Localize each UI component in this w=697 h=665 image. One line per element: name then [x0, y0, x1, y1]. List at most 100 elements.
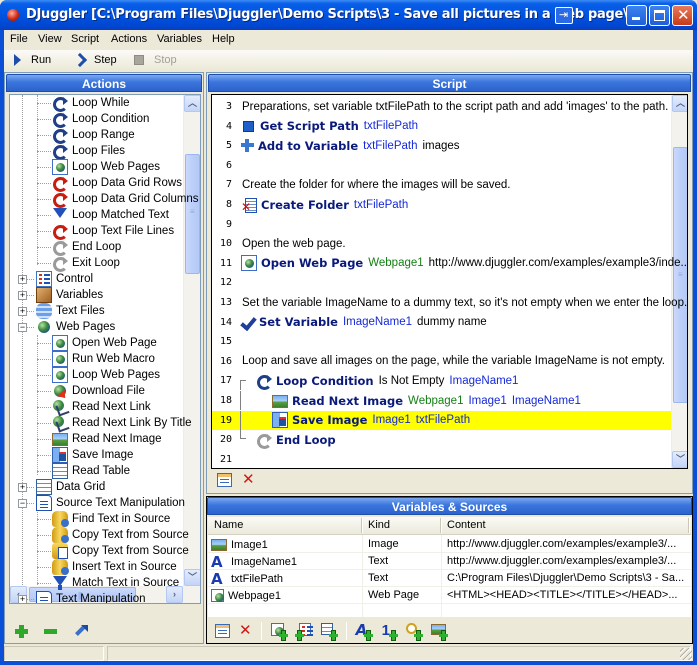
- tree-item[interactable]: Variables: [36, 287, 103, 303]
- maximize-button[interactable]: [649, 5, 670, 26]
- tree-item[interactable]: Copy Text from Source: [52, 527, 189, 543]
- add-webpage-icon[interactable]: [270, 623, 288, 640]
- script-line[interactable]: 10 Open the web page.: [212, 234, 671, 253]
- column-resizer[interactable]: [361, 518, 363, 533]
- scroll-thumb[interactable]: ≡: [185, 154, 200, 274]
- window-extra-button[interactable]: ⇥: [555, 7, 573, 24]
- expand-icon[interactable]: +: [18, 595, 27, 603]
- actions-vscrollbar[interactable]: ︿ ≡ ﹀: [183, 95, 200, 586]
- tree-item[interactable]: Open Web Page: [52, 335, 157, 351]
- tree-item[interactable]: Read Next Image: [52, 431, 162, 447]
- script-line[interactable]: 12: [212, 273, 671, 292]
- variable-reference[interactable]: ImageName1: [449, 375, 518, 387]
- column-kind[interactable]: Kind: [368, 519, 390, 531]
- tree-item[interactable]: Match Text in Source: [52, 575, 179, 591]
- expand-icon[interactable]: +: [18, 483, 27, 492]
- column-resizer[interactable]: [440, 518, 442, 533]
- actions-tree[interactable]: ︿ ≡ ﹀ ‹ ||| › Loop While Loop Condition Lo…: [9, 94, 201, 604]
- properties-icon[interactable]: [215, 624, 230, 638]
- tree-item[interactable]: Save Image: [52, 447, 133, 463]
- script-line[interactable]: 6: [212, 156, 671, 175]
- run-button[interactable]: Run: [14, 52, 51, 68]
- script-line[interactable]: 4 Get Script Path txtFilePath: [212, 117, 671, 136]
- variable-reference[interactable]: txtFilePath: [363, 140, 417, 152]
- tree-item[interactable]: Source Text Manipulation: [36, 495, 185, 511]
- menu-help[interactable]: Help: [212, 33, 235, 45]
- add-icon[interactable]: [15, 624, 28, 638]
- variable-reference[interactable]: Image1: [372, 414, 410, 426]
- tree-item[interactable]: Download File: [52, 383, 145, 399]
- tree-item[interactable]: Copy Text from Source: [52, 543, 189, 559]
- collapse-icon[interactable]: −: [18, 499, 27, 508]
- variable-reference[interactable]: Image1: [468, 395, 506, 407]
- script-line[interactable]: 13 Set the variable ImageName to a dummy …: [212, 293, 687, 312]
- scroll-up-button[interactable]: ︿: [672, 95, 687, 112]
- variable-reference[interactable]: ImageName1: [512, 395, 581, 407]
- expand-icon[interactable]: +: [18, 291, 27, 300]
- add-number-variable-icon[interactable]: 1: [381, 622, 398, 640]
- script-line[interactable]: 8 Create Folder txtFilePath: [212, 195, 671, 214]
- properties-icon[interactable]: [217, 473, 232, 487]
- menu-actions[interactable]: Actions: [111, 33, 147, 45]
- variable-row[interactable]: A ImageName1 Text http://www.djuggler.com/e…: [208, 553, 691, 570]
- variable-reference[interactable]: txtFilePath: [354, 199, 408, 211]
- tree-item[interactable]: Loop Condition: [52, 111, 149, 128]
- tree-item[interactable]: Loop Data Grid Columns: [52, 191, 199, 208]
- menu-variables[interactable]: Variables: [157, 33, 202, 45]
- tree-item[interactable]: Data Grid: [36, 479, 105, 495]
- variable-row[interactable]: AtxtFilePath Text C:\Program Files\Djuggle…: [208, 570, 691, 587]
- script-line[interactable]: 18 Read Next Image Webpage1 Image1 ImageName…: [212, 391, 671, 410]
- tree-item[interactable]: Text Manipulation: [36, 591, 146, 603]
- tree-item[interactable]: Read Next Link: [52, 399, 151, 415]
- tree-item[interactable]: Loop Data Grid Rows: [52, 175, 182, 192]
- column-content[interactable]: Content: [447, 519, 486, 531]
- script-line[interactable]: 19 Save Image Image1 txtFilePath: [212, 410, 671, 430]
- add-textfile-icon[interactable]: [294, 623, 313, 640]
- resize-grip[interactable]: [680, 648, 692, 660]
- tree-item[interactable]: Loop Web Pages: [52, 367, 160, 383]
- script-line[interactable]: 14 Set Variable ImageName1 dummy name: [212, 313, 671, 332]
- menu-script[interactable]: Script: [71, 33, 99, 45]
- tree-item[interactable]: Insert Text in Source: [52, 559, 177, 575]
- scroll-up-button[interactable]: ︿: [184, 95, 200, 112]
- tree-item[interactable]: Loop Files: [52, 143, 125, 160]
- remove-icon[interactable]: [44, 628, 57, 634]
- script-line[interactable]: 17 Loop Condition Is Not Empty ImageName1: [212, 371, 671, 391]
- variables-grid[interactable]: Name Kind Content Image1 Image http://www.…: [208, 517, 691, 617]
- tree-item[interactable]: Run Web Macro: [52, 351, 155, 367]
- tree-item[interactable]: Control: [36, 271, 93, 287]
- script-line[interactable]: 9: [212, 215, 671, 234]
- close-button[interactable]: ✕: [672, 5, 693, 26]
- expand-icon[interactable]: +: [18, 307, 27, 316]
- scroll-down-button[interactable]: ﹀: [672, 451, 687, 468]
- script-line[interactable]: 5 Add to Variable txtFilePath images: [212, 136, 671, 155]
- script-line[interactable]: 21: [212, 450, 671, 468]
- tree-item[interactable]: Web Pages: [36, 319, 115, 335]
- minimize-button[interactable]: [626, 5, 647, 26]
- tree-item[interactable]: Loop Text File Lines: [52, 223, 174, 240]
- tree-item[interactable]: Text Files: [36, 303, 105, 319]
- collapse-icon[interactable]: −: [18, 323, 27, 332]
- tree-item[interactable]: Find Text in Source: [52, 511, 170, 527]
- tree-item[interactable]: Loop Matched Text: [52, 207, 169, 223]
- insert-action-icon[interactable]: [75, 624, 88, 638]
- tree-item[interactable]: Read Table: [52, 463, 130, 479]
- variable-row[interactable]: Webpage1 Web Page <HTML><HEAD><TITLE></TIT…: [208, 587, 691, 604]
- add-image-variable-icon[interactable]: [430, 623, 448, 640]
- variable-reference[interactable]: Webpage1: [408, 395, 463, 407]
- menu-view[interactable]: View: [38, 33, 62, 45]
- column-resizer[interactable]: [688, 518, 690, 533]
- variable-reference[interactable]: txtFilePath: [364, 120, 418, 132]
- tree-item[interactable]: Loop Web Pages: [52, 159, 160, 175]
- add-datagrid-icon[interactable]: [320, 623, 338, 640]
- variable-reference[interactable]: txtFilePath: [416, 414, 470, 426]
- script-line[interactable]: 15: [212, 332, 671, 351]
- column-name[interactable]: Name: [214, 519, 243, 531]
- tree-item[interactable]: Exit Loop: [52, 255, 120, 272]
- variable-reference[interactable]: ImageName1: [343, 316, 412, 328]
- script-line[interactable]: 16 Loop and save all images on the page, …: [212, 352, 671, 371]
- title-bar[interactable]: DJuggler [C:\Program Files\Djuggler\Demo…: [0, 0, 697, 30]
- delete-icon[interactable]: ✕: [242, 472, 255, 487]
- add-date-variable-icon[interactable]: [405, 623, 423, 640]
- delete-icon[interactable]: ✕: [239, 623, 252, 638]
